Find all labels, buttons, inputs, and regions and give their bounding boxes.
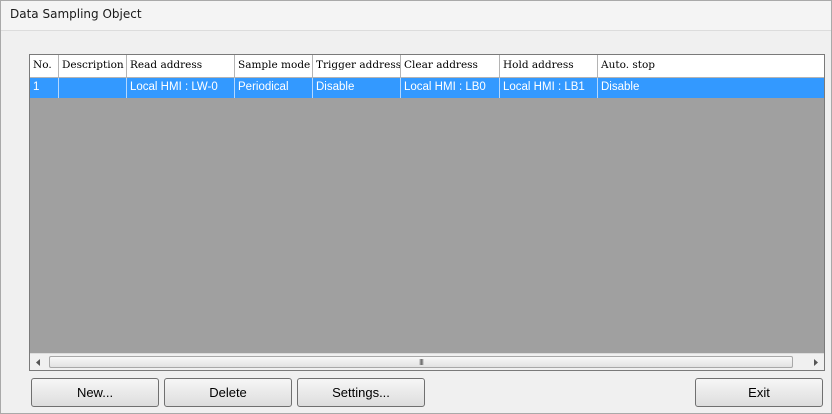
column-header-auto-stop[interactable]: Auto. stop — [598, 55, 824, 78]
cell-no: 1 — [30, 78, 59, 98]
chevron-left-icon[interactable] — [30, 354, 47, 370]
column-header-sample-mode[interactable]: Sample mode — [235, 55, 313, 78]
delete-button[interactable]: Delete — [164, 378, 292, 407]
chevron-right-icon[interactable] — [807, 354, 824, 370]
horizontal-scrollbar[interactable]: III — [30, 353, 824, 370]
column-header-no[interactable]: No. — [30, 55, 59, 78]
window-title: Data Sampling Object — [10, 7, 142, 21]
settings-button[interactable]: Settings... — [297, 378, 425, 407]
scrollbar-thumb[interactable]: III — [49, 356, 793, 368]
cell-read-address: Local HMI : LW-0 — [127, 78, 235, 98]
column-header-read-address[interactable]: Read address — [127, 55, 235, 78]
cell-description — [59, 78, 127, 98]
new-button[interactable]: New... — [31, 378, 159, 407]
scrollbar-grip: III — [418, 358, 424, 367]
data-sampling-object-window: Data Sampling Object No. Description Rea… — [0, 0, 832, 414]
column-header-trigger-address[interactable]: Trigger address — [313, 55, 401, 78]
cell-auto-stop: Disable — [601, 81, 640, 93]
column-header-hold-address[interactable]: Hold address — [500, 55, 598, 78]
table-header: No. Description Read address Sample mode… — [30, 55, 824, 78]
cell-clear-address: Local HMI : LB0 — [401, 78, 500, 98]
column-header-description[interactable]: Description — [59, 55, 127, 78]
exit-button[interactable]: Exit — [695, 378, 823, 407]
cell-hold-address: Local HMI : LB1 — [500, 78, 598, 98]
cell-sample-mode: Periodical — [235, 78, 313, 98]
column-header-clear-address[interactable]: Clear address — [401, 55, 500, 78]
cell-trigger-address: Disable — [313, 78, 401, 98]
table-row[interactable]: 1 Local HMI : LW-0 Periodical Disable Lo… — [30, 78, 824, 98]
table-empty-area — [30, 98, 824, 352]
title-bar: Data Sampling Object — [1, 1, 831, 31]
data-sampling-table: No. Description Read address Sample mode… — [29, 54, 825, 371]
